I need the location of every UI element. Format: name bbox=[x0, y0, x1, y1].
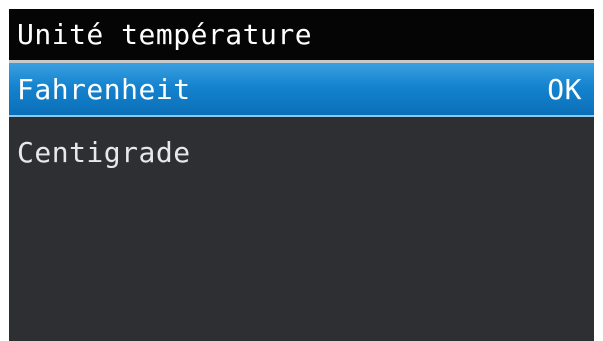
menu-item-label: Centigrade bbox=[17, 135, 191, 169]
menu-item-centigrade[interactable]: Centigrade bbox=[9, 125, 594, 179]
screen-title: Unité température bbox=[9, 9, 594, 60]
menu-item-label: Fahrenheit bbox=[17, 72, 191, 106]
lcd-screen: Unité température Fahrenheit OK Centigra… bbox=[9, 9, 594, 341]
menu-item-fahrenheit[interactable]: Fahrenheit OK bbox=[9, 63, 594, 117]
current-setting-indicator: OK bbox=[547, 72, 582, 106]
